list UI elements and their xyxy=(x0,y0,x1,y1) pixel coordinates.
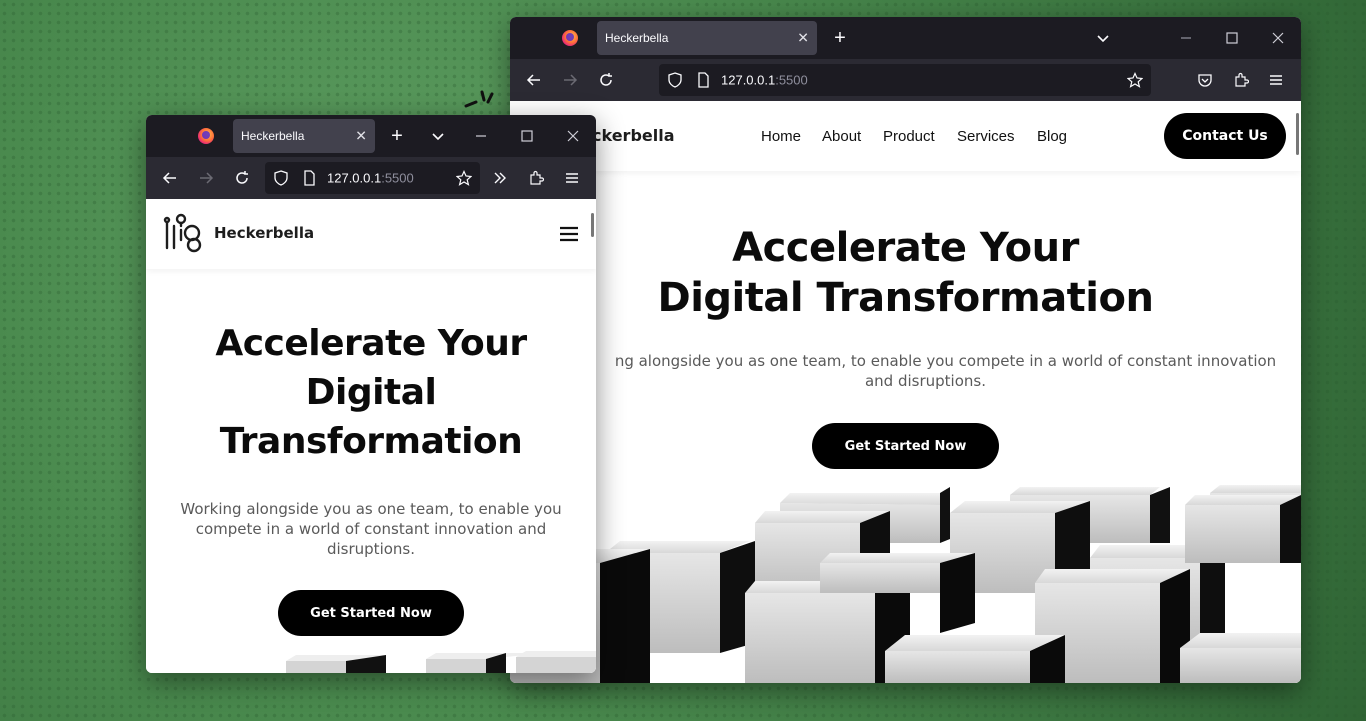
bookmark-star-icon[interactable] xyxy=(1125,70,1145,90)
brand-name[interactable]: Heckerbella xyxy=(214,224,314,242)
hamburger-menu-icon[interactable] xyxy=(558,223,580,245)
overflow-chevron-icon[interactable] xyxy=(490,168,510,188)
new-tab-icon[interactable]: + xyxy=(387,126,407,146)
forward-icon[interactable] xyxy=(196,168,216,188)
tracking-shield-icon[interactable] xyxy=(271,168,291,188)
reload-icon[interactable] xyxy=(596,70,616,90)
tab-heckerbella[interactable]: Heckerbella ✕ xyxy=(233,119,375,153)
cubes-image xyxy=(286,651,596,673)
brand-name[interactable]: ckerbella xyxy=(592,126,675,145)
tab-title: Heckerbella xyxy=(605,31,669,45)
cubes-image xyxy=(510,485,1301,683)
get-started-button[interactable]: Get Started Now xyxy=(278,590,464,636)
close-tab-icon[interactable]: ✕ xyxy=(797,30,809,47)
address-bar[interactable]: 127.0.0.1:5500 xyxy=(659,64,1151,96)
menu-icon[interactable] xyxy=(1266,70,1286,90)
page-viewport: Heckerbella Accelerate Your Digital Tran… xyxy=(146,199,596,673)
url-text: 127.0.0.1:5500 xyxy=(327,170,414,186)
close-tab-icon[interactable]: ✕ xyxy=(355,128,367,145)
tab-strip: Heckerbella ✕ + xyxy=(146,115,596,157)
pocket-icon[interactable] xyxy=(1195,70,1215,90)
minimize-icon[interactable] xyxy=(471,126,491,146)
get-started-button[interactable]: Get Started Now xyxy=(812,423,999,469)
nav-home[interactable]: Home xyxy=(761,128,801,145)
reload-icon[interactable] xyxy=(232,168,252,188)
forward-icon[interactable] xyxy=(560,70,580,90)
nav-services[interactable]: Services xyxy=(957,128,1015,145)
extensions-icon[interactable] xyxy=(1231,70,1251,90)
minimize-icon[interactable] xyxy=(1176,28,1196,48)
site-header: ckerbella Home About Product Services Bl… xyxy=(510,101,1301,171)
doodle-icon xyxy=(464,90,494,108)
heckerbella-logo-icon[interactable] xyxy=(162,212,204,254)
nav-blog[interactable]: Blog xyxy=(1037,128,1067,145)
contact-us-button[interactable]: Contact Us xyxy=(1164,113,1286,159)
hero-title: Accelerate Your Digital Transformation xyxy=(215,323,527,462)
scrollbar-thumb[interactable] xyxy=(1296,113,1299,155)
firefox-logo-icon[interactable] xyxy=(198,128,214,144)
menu-icon[interactable] xyxy=(562,168,582,188)
browser-window-small: Heckerbella ✕ + 127.0.0.1:5500 Heckerbel… xyxy=(146,115,596,673)
nav-toolbar: 127.0.0.1:5500 xyxy=(510,59,1301,101)
address-bar[interactable]: 127.0.0.1:5500 xyxy=(265,162,480,194)
tab-heckerbella[interactable]: Heckerbella ✕ xyxy=(597,21,817,55)
extensions-icon[interactable] xyxy=(526,168,546,188)
site-header: Heckerbella xyxy=(146,199,596,269)
maximize-icon[interactable] xyxy=(1222,28,1242,48)
nav-about[interactable]: About xyxy=(822,128,861,145)
firefox-logo-icon[interactable] xyxy=(562,30,578,46)
list-all-tabs-icon[interactable] xyxy=(428,126,448,146)
page-viewport: ckerbella Home About Product Services Bl… xyxy=(510,101,1301,683)
list-all-tabs-icon[interactable] xyxy=(1093,28,1113,48)
hero-title: Accelerate Your Digital Transformation xyxy=(657,225,1154,321)
back-icon[interactable] xyxy=(524,70,544,90)
close-window-icon[interactable] xyxy=(563,126,583,146)
maximize-icon[interactable] xyxy=(517,126,537,146)
new-tab-icon[interactable]: + xyxy=(830,28,850,48)
close-window-icon[interactable] xyxy=(1268,28,1288,48)
tracking-shield-icon[interactable] xyxy=(665,70,685,90)
nav-product[interactable]: Product xyxy=(883,128,935,145)
page-icon xyxy=(299,168,319,188)
tab-strip: Heckerbella ✕ + xyxy=(510,17,1301,59)
browser-window-large: Heckerbella ✕ + 127.0.0.1:5500 ckerbella… xyxy=(510,17,1301,683)
nav-toolbar: 127.0.0.1:5500 xyxy=(146,157,596,199)
hero-subtitle: ng alongside you as one team, to enable … xyxy=(614,352,1277,390)
bookmark-star-icon[interactable] xyxy=(454,168,474,188)
scrollbar-thumb[interactable] xyxy=(591,213,594,237)
url-text: 127.0.0.1:5500 xyxy=(721,72,808,88)
back-icon[interactable] xyxy=(160,168,180,188)
tab-title: Heckerbella xyxy=(241,129,305,143)
page-icon xyxy=(693,70,713,90)
hero-subtitle: Working alongside you as one team, to en… xyxy=(180,500,562,558)
